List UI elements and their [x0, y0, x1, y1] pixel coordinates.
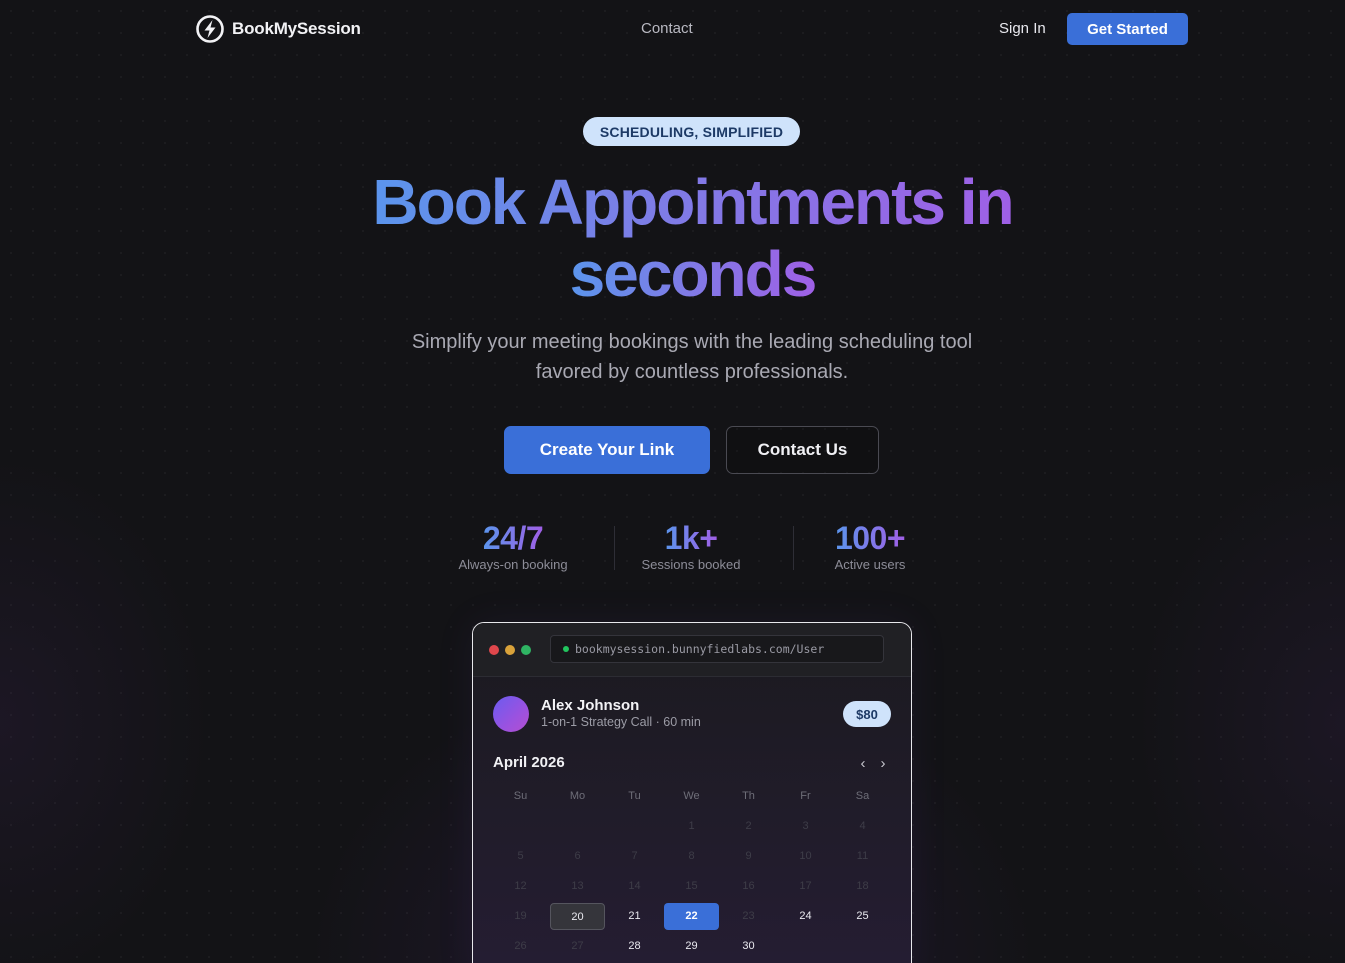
- calendar-day: 26: [514, 940, 527, 952]
- weekday-header: Mo: [569, 790, 586, 802]
- get-started-button[interactable]: Get Started: [1067, 13, 1188, 45]
- calendar-day[interactable]: 24: [778, 903, 833, 930]
- lightning-logo-icon: [196, 15, 224, 43]
- window-maximize-dot-icon: [521, 645, 531, 655]
- stat-label: Sessions booked: [641, 557, 741, 572]
- calendar-day: 17: [799, 880, 812, 892]
- calendar-day: 1: [688, 820, 695, 832]
- weekday-header: Fr: [800, 790, 811, 802]
- calendar-day: 11: [856, 850, 869, 862]
- calendar-day[interactable]: 22: [664, 903, 719, 930]
- weekday-header: We: [683, 790, 700, 802]
- stat-value: 1k+: [664, 520, 718, 556]
- calendar-day[interactable]: 25: [835, 903, 890, 930]
- weekday-header: Tu: [628, 790, 641, 802]
- secure-status-dot-icon: [563, 646, 569, 652]
- stat-sessions: 1k+ Sessions booked: [616, 519, 766, 572]
- avatar: [493, 696, 529, 732]
- chevron-left-icon[interactable]: ‹: [856, 755, 870, 772]
- calendar-day: 12: [514, 880, 527, 892]
- calendar-day: 19: [514, 910, 527, 922]
- calendar-day: 9: [745, 850, 752, 862]
- create-link-button[interactable]: Create Your Link: [504, 426, 710, 474]
- calendar-day[interactable]: 21: [607, 903, 662, 930]
- calendar-day[interactable]: 29: [664, 933, 719, 960]
- calendar-day: 15: [685, 880, 698, 892]
- calendar-day: 2: [745, 820, 752, 832]
- nav-contact-link[interactable]: Contact: [641, 20, 693, 37]
- stat-users: 100+ Active users: [795, 519, 945, 572]
- calendar-day: 8: [688, 850, 695, 862]
- calendar-day[interactable]: 20: [550, 903, 605, 930]
- stat-divider: [793, 526, 794, 570]
- calendar-day[interactable]: 30: [721, 933, 776, 960]
- url-text: bookmysession.bunnyfiedlabs.com/User: [575, 642, 825, 656]
- stat-value: 24/7: [482, 520, 544, 556]
- calendar-day: 5: [517, 850, 524, 862]
- tagline-badge: SCHEDULING, SIMPLIFIED: [583, 117, 800, 146]
- stat-availability: 24/7 Always-on booking: [438, 519, 588, 572]
- url-bar: bookmysession.bunnyfiedlabs.com/User: [550, 635, 884, 663]
- headline-line-1: Book Appointments in: [372, 166, 1014, 238]
- price-badge: $80: [843, 701, 891, 727]
- brand-logo-link[interactable]: BookMySession: [195, 14, 361, 44]
- brand-name: BookMySession: [232, 19, 361, 38]
- weekday-header: Th: [742, 790, 755, 802]
- stat-divider: [614, 526, 615, 570]
- calendar-month-title: April 2026: [493, 754, 565, 771]
- calendar-day: 18: [856, 880, 869, 892]
- booking-page-preview: bookmysession.bunnyfiedlabs.com/User Ale…: [472, 622, 912, 963]
- host-name: Alex Johnson: [541, 697, 640, 714]
- headline-line-2: seconds: [569, 238, 818, 310]
- top-nav: BookMySession Contact Sign In Get Starte…: [0, 0, 1345, 58]
- stat-label: Active users: [834, 557, 906, 572]
- calendar-day: 4: [859, 820, 866, 832]
- chevron-right-icon[interactable]: ›: [876, 755, 890, 772]
- calendar-day[interactable]: 28: [607, 933, 662, 960]
- sign-in-link[interactable]: Sign In: [999, 20, 1046, 37]
- calendar-day: 27: [571, 940, 584, 952]
- stat-value: 100+: [834, 520, 906, 556]
- hero-headline: Book Appointments in seconds: [300, 166, 1085, 310]
- browser-bar: bookmysession.bunnyfiedlabs.com/User: [473, 623, 911, 677]
- calendar-day: 10: [799, 850, 812, 862]
- calendar-day: 13: [571, 880, 584, 892]
- window-close-dot-icon: [489, 645, 499, 655]
- calendar-day: 6: [574, 850, 581, 862]
- calendar-day: 16: [742, 880, 755, 892]
- hero-subtitle: Simplify your meeting bookings with the …: [411, 331, 973, 383]
- calendar-day: 3: [802, 820, 809, 832]
- contact-us-button[interactable]: Contact Us: [726, 426, 879, 474]
- weekday-header: Sa: [855, 790, 870, 802]
- calendar-day: 23: [742, 910, 755, 922]
- calendar-day: 7: [631, 850, 638, 862]
- session-description: 1-on-1 Strategy Call · 60 min: [541, 715, 701, 729]
- calendar-day: 14: [628, 880, 641, 892]
- stat-label: Always-on booking: [458, 557, 568, 572]
- window-minimize-dot-icon: [505, 645, 515, 655]
- weekday-header: Su: [513, 790, 528, 802]
